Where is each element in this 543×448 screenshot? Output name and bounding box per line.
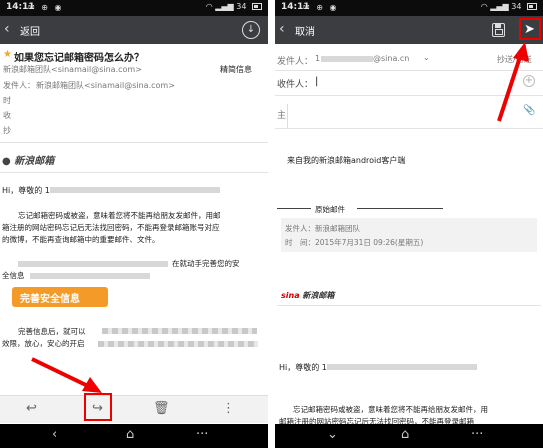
signal-icon: ▂▄▆ (215, 2, 234, 11)
signature-text: 来自我的新浪邮箱android客户端 (287, 156, 406, 165)
save-draft-icon[interactable] (492, 23, 505, 37)
recipient-label: 收 (3, 111, 11, 120)
chevron-down-icon[interactable]: ⌄ (423, 53, 430, 62)
action-bar: ‹ 返回 ↓ (0, 16, 268, 44)
subject-input-caret[interactable] (287, 104, 288, 128)
redacted-text (321, 56, 373, 62)
sina-mail-logo: sina 新浪邮箱 (281, 290, 334, 301)
from-label: 发件人： (3, 81, 35, 90)
battery-level: 34 (236, 2, 247, 11)
nav-back-icon[interactable]: ⌄ (327, 427, 338, 442)
complete-security-info-button[interactable]: 完善安全信息 (12, 287, 108, 307)
body-line-2: 箱注册的网站密码忘记后无法找回密码，不能再登录邮箱账号对应 (2, 223, 220, 232)
back-arrow-icon[interactable]: ‹ (4, 21, 10, 37)
redacted-text (102, 328, 257, 334)
greeting: Hi，尊敬的 1 (2, 186, 50, 195)
nav-menu-icon[interactable]: ··· (196, 427, 208, 442)
redacted-text (98, 341, 258, 347)
star-icon[interactable]: ★ (3, 49, 12, 60)
body-line-6: 完善信息后，就可以 (18, 327, 86, 336)
compose-from-suffix[interactable]: @sina.cn (373, 54, 409, 63)
download-circle-icon[interactable]: ↓ (242, 21, 260, 39)
battery-icon (527, 3, 537, 10)
redacted-text (18, 261, 168, 267)
logo-text: 新浪邮箱 (14, 156, 55, 167)
send-icon[interactable]: ➤ (524, 22, 535, 37)
compose-from-prefix: 1 (315, 54, 321, 63)
body-line-1: 忘记邮箱密码或被盗，意味着您将不能再给朋友发邮件，用邮 (18, 211, 221, 220)
original-from: 发件人：新浪邮箱团队 (285, 224, 360, 233)
sender-short: 新浪邮箱团队<sinamail@sina.com> (3, 65, 142, 74)
redacted-number (50, 187, 220, 193)
redacted-number (327, 364, 477, 370)
compose-to-input[interactable]: | (315, 76, 318, 87)
system-nav-bar: ⌄ ⌂ ··· (275, 424, 543, 448)
reply-icon[interactable]: ↩ (26, 401, 37, 416)
original-mail-info-box: 发件人：新浪邮箱团队 时 间：2015年7月31日 09:26(星期五) (281, 218, 537, 252)
email-subject: 如果您忘记邮箱密码怎么办？ (14, 53, 144, 64)
notification-icons: ✉ ⊕ ◉ (303, 3, 339, 12)
time-label: 时 (3, 96, 11, 105)
from-value: 新浪邮箱团队<sinamail@sina.com> (36, 81, 175, 90)
panel-divider (268, 0, 275, 448)
red-arrow-annotation (497, 42, 529, 122)
compose-subject-label: 主 (277, 111, 287, 121)
sina-mail-logo: ● 新浪邮箱 (2, 152, 54, 167)
wifi-icon: ◠ (205, 2, 213, 11)
battery-icon (252, 3, 262, 10)
status-bar: 14:11 ✉ ⊕ ◉ ◠ ▂▄▆ 34 (0, 0, 268, 16)
body-line-4: 在就动手完善您的安 (172, 259, 240, 268)
summary-link[interactable]: 精简信息 (220, 64, 252, 75)
notification-icons: ✉ ⊕ ◉ (28, 3, 64, 12)
sina-logo-icon: sina (281, 291, 300, 300)
greeting: Hi，尊敬的 1 (279, 363, 327, 372)
body-line-7: 效限，放心，安心的开启 (2, 339, 85, 348)
body-line-3: 的微博，不能再查询邮箱中的重要邮件、文件。 (2, 235, 160, 244)
more-vertical-icon[interactable]: ⋮ (222, 401, 235, 416)
logo-text: 新浪邮箱 (302, 291, 335, 300)
compose-from-label: 发件人： (277, 57, 314, 67)
redacted-text (30, 273, 150, 279)
original-mail-header: 原始邮件 (315, 205, 345, 214)
system-nav-bar: ‹ ⌂ ··· (0, 424, 268, 448)
cancel-button[interactable]: 取消 (295, 23, 315, 38)
system-status-icons: ◠ ▂▄▆ 34 (206, 2, 262, 11)
back-button[interactable]: 返回 (20, 23, 40, 38)
signal-icon: ▂▄▆ (490, 2, 509, 11)
email-read-screen: 14:11 ✉ ⊕ ◉ ◠ ▂▄▆ 34 ‹ 返回 ↓ ★ 如果您忘记邮箱密码怎… (0, 0, 268, 448)
status-bar: 14:11 ✉ ⊕ ◉ ◠ ▂▄▆ 34 (275, 0, 543, 16)
forward-highlight-box (84, 393, 112, 421)
email-compose-screen: 14:11 ✉ ⊕ ◉ ◠ ▂▄▆ 34 ‹ 取消 ➤ 发件人： 1 @sina… (275, 0, 543, 448)
original-time: 时 间：2015年7月31日 09:26(星期五) (285, 238, 424, 247)
cc-label: 抄 (3, 126, 11, 135)
back-arrow-icon[interactable]: ‹ (279, 21, 285, 37)
nav-back-icon[interactable]: ‹ (52, 427, 57, 442)
sina-logo-icon: ● (2, 156, 11, 167)
system-status-icons: ◠ ▂▄▆ 34 (481, 2, 537, 11)
battery-level: 34 (511, 2, 522, 11)
nav-menu-icon[interactable]: ··· (471, 427, 483, 442)
compose-to-label: 收件人： (277, 80, 314, 90)
nav-home-icon[interactable]: ⌂ (401, 427, 409, 442)
body-line-1: 忘记邮箱密码或被盗，意味着您将不能再给朋友发邮件，用 (293, 405, 488, 414)
trash-icon[interactable]: 🗑 (153, 401, 170, 416)
body-line-5: 全信息 (2, 271, 25, 280)
wifi-icon: ◠ (480, 2, 488, 11)
email-toolbar: ↩ ↪ 🗑 ⋮ (0, 395, 268, 423)
nav-home-icon[interactable]: ⌂ (126, 427, 134, 442)
